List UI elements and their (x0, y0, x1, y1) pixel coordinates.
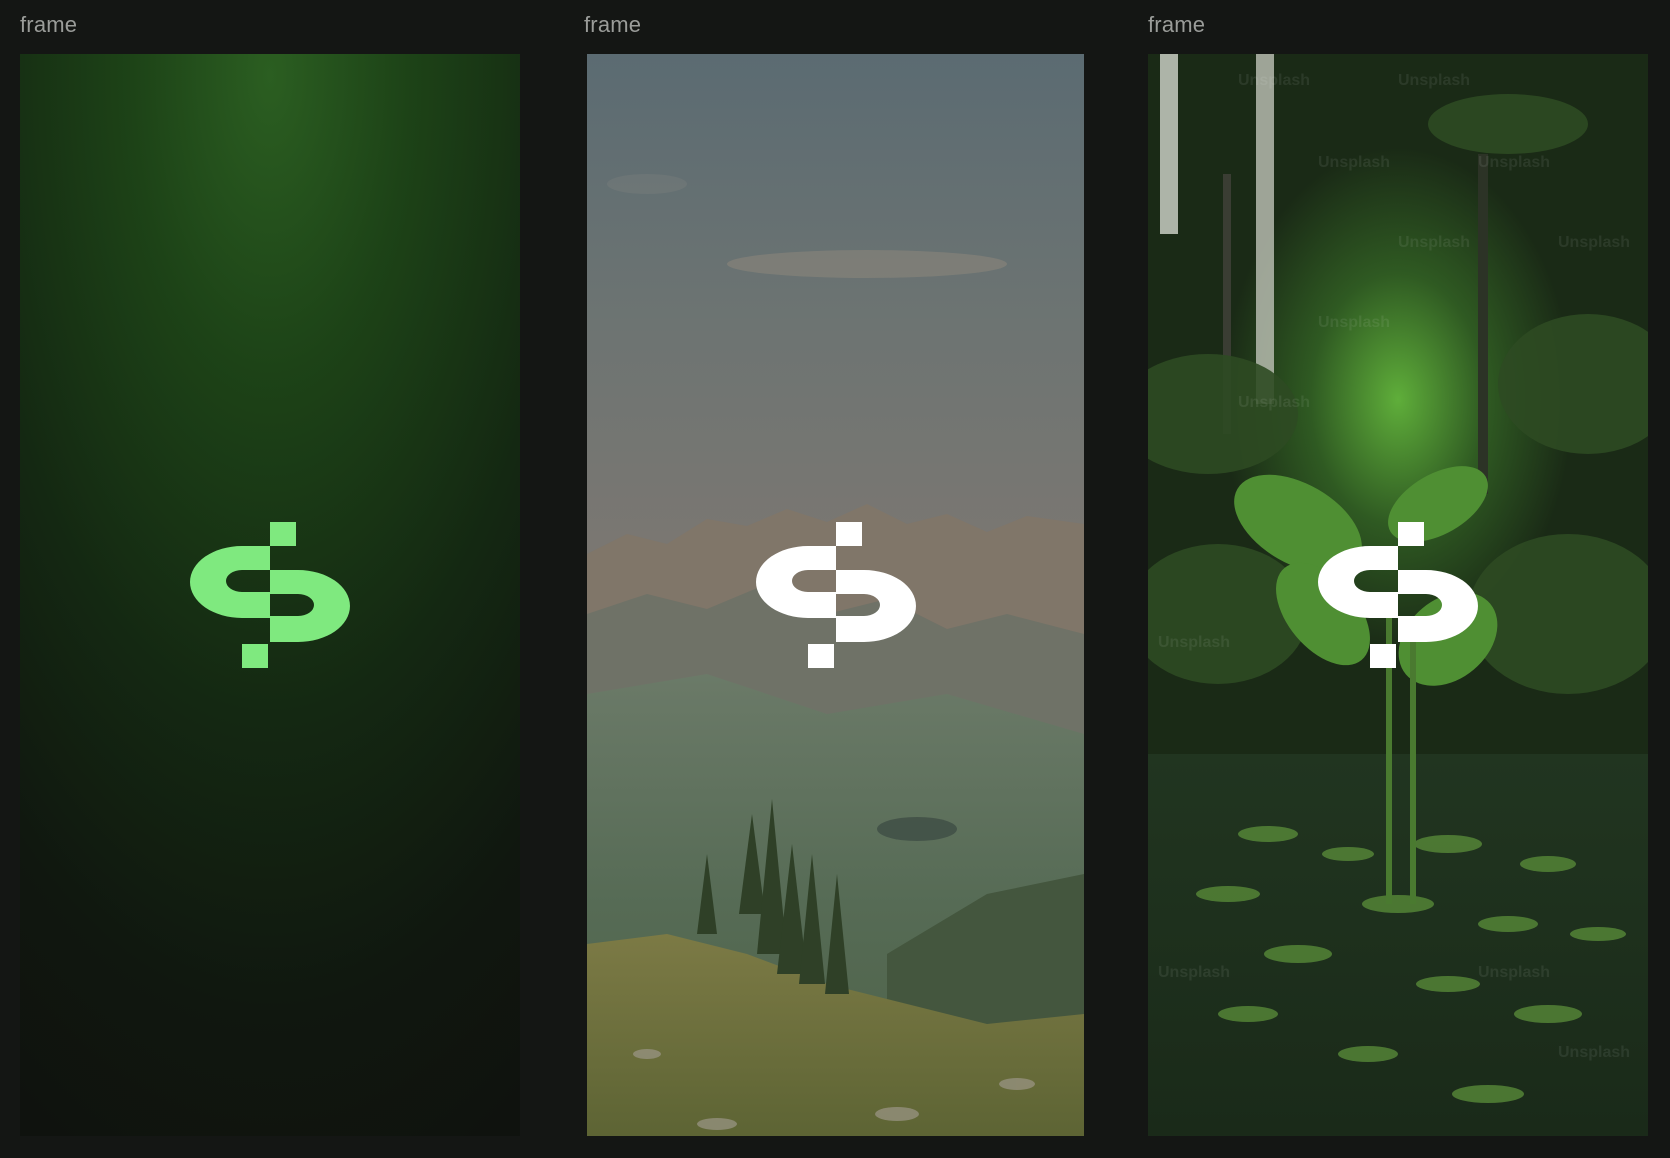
watermark-text: Unsplash (1558, 234, 1631, 251)
watermark-text: Unsplash (1318, 154, 1391, 171)
watermark-text: Unsplash (1478, 964, 1551, 981)
design-canvas: frame frame frame Unsplash Unsplash Unsp… (0, 0, 1670, 1158)
brand-logo-icon (190, 522, 350, 668)
watermark-text: Unsplash (1478, 154, 1551, 171)
watermark-text: Unsplash (1398, 72, 1471, 89)
frame-green-gradient[interactable] (20, 54, 520, 1136)
brand-logo-icon (1318, 522, 1478, 668)
frame-jungle-photo[interactable]: Unsplash Unsplash Unsplash Unsplash Unsp… (1148, 54, 1648, 1136)
watermark-text: Unsplash (1158, 964, 1231, 981)
watermark-text: Unsplash (1238, 72, 1311, 89)
frame-label-1[interactable]: frame (20, 12, 77, 38)
frame-mountain-photo[interactable] (587, 54, 1084, 1136)
frame-label-3[interactable]: frame (1148, 12, 1205, 38)
watermark-text: Unsplash (1558, 1044, 1631, 1061)
watermark-text: Unsplash (1238, 394, 1311, 411)
watermark-text: Unsplash (1318, 314, 1391, 331)
brand-logo-icon (755, 522, 916, 668)
watermark-text: Unsplash (1398, 234, 1471, 251)
watermark-text: Unsplash (1158, 634, 1231, 651)
frame-label-2[interactable]: frame (584, 12, 641, 38)
